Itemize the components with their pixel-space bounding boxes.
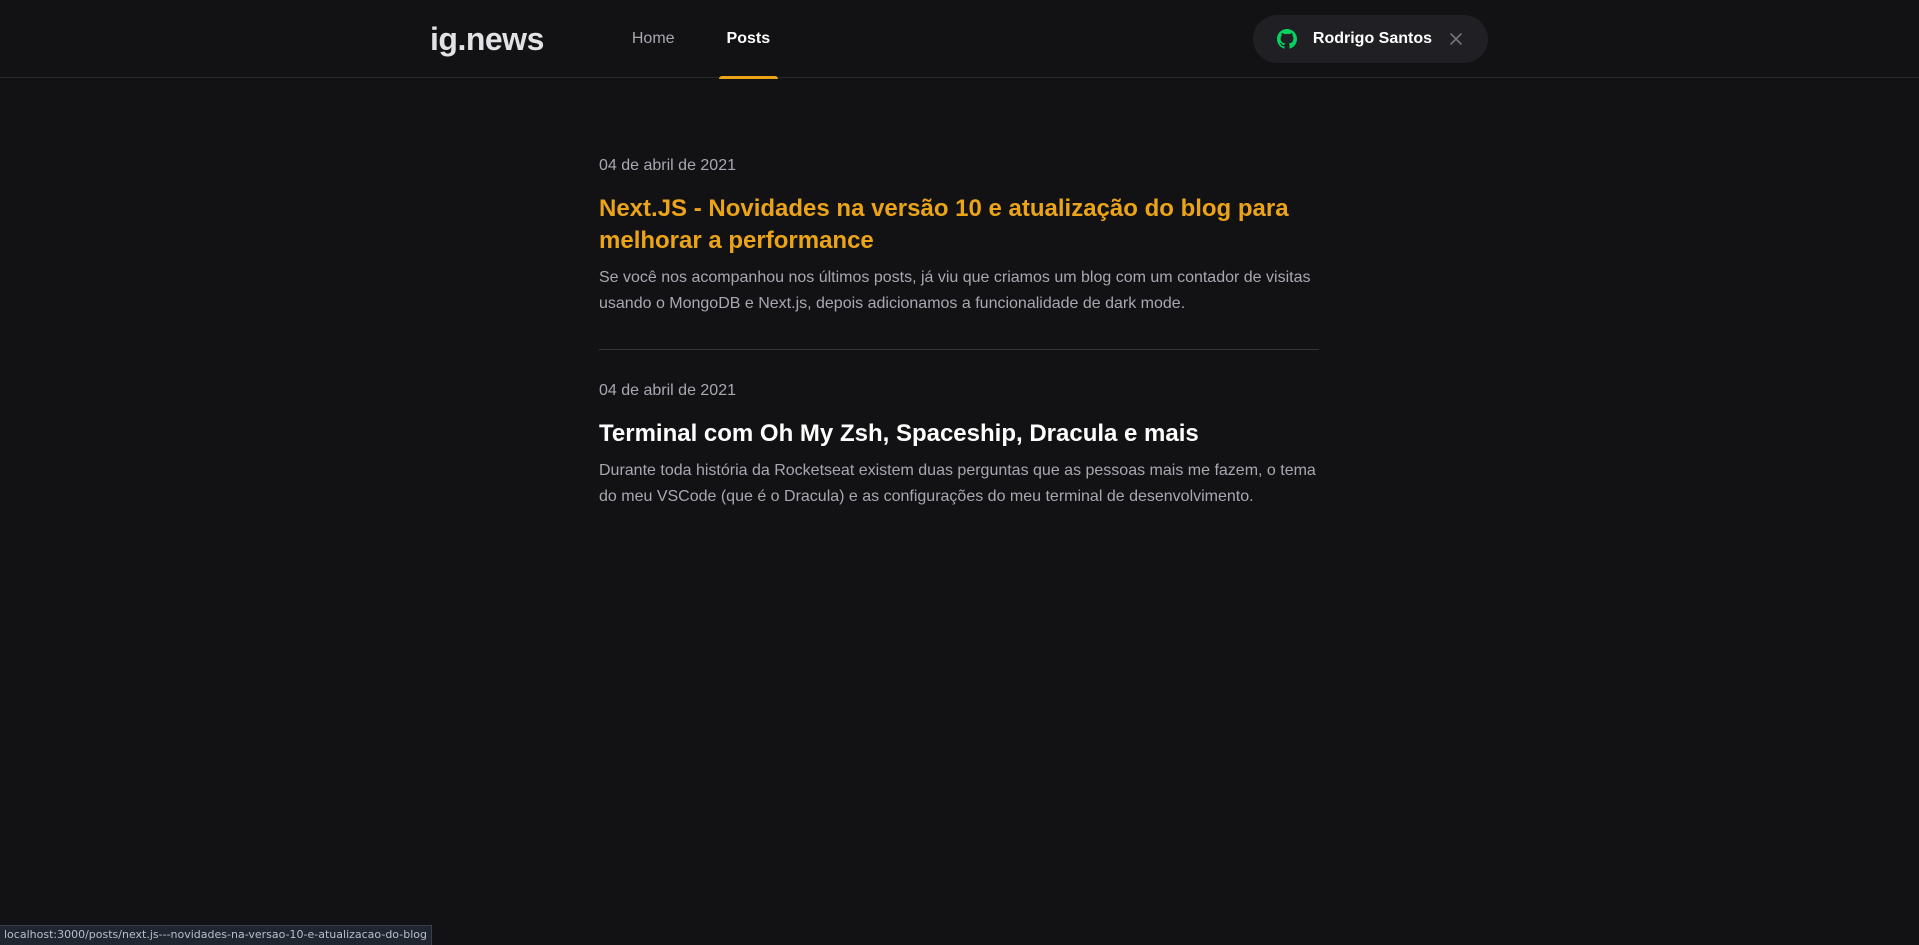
post-excerpt: Se você nos acompanhou nos últimos posts… — [599, 269, 1311, 312]
user-signin-button[interactable]: Rodrigo Santos — [1252, 15, 1488, 63]
browser-status-bar: localhost:3000/posts/next.js---novidades… — [0, 925, 432, 945]
post-title[interactable]: Terminal com Oh My Zsh, Spaceship, Dracu… — [599, 418, 1319, 450]
github-icon — [1276, 29, 1297, 49]
post-excerpt: Durante toda história da Rocketseat exis… — [599, 462, 1316, 505]
post-date: 04 de abril de 2021 — [599, 382, 736, 399]
post-date: 04 de abril de 2021 — [599, 157, 736, 174]
nav-home-link[interactable]: Home — [624, 0, 683, 78]
site-header: ig.news Home Posts Rodrigo Santos — [0, 0, 1919, 79]
user-name: Rodrigo Santos — [1312, 30, 1432, 47]
posts-list: 04 de abril de 2021 Next.JS - Novidades … — [599, 79, 1319, 510]
post-title[interactable]: Next.JS - Novidades na versão 10 e atual… — [599, 193, 1319, 257]
logo: ig.news — [430, 20, 544, 57]
close-icon[interactable] — [1448, 31, 1464, 47]
nav-posts-link[interactable]: Posts — [718, 0, 779, 79]
post-item[interactable]: 04 de abril de 2021 Next.JS - Novidades … — [599, 79, 1319, 317]
header-content: ig.news Home Posts Rodrigo Santos — [430, 0, 1488, 79]
main-nav: Home Posts — [624, 0, 814, 79]
post-item[interactable]: 04 de abril de 2021 Terminal com Oh My Z… — [599, 349, 1319, 510]
